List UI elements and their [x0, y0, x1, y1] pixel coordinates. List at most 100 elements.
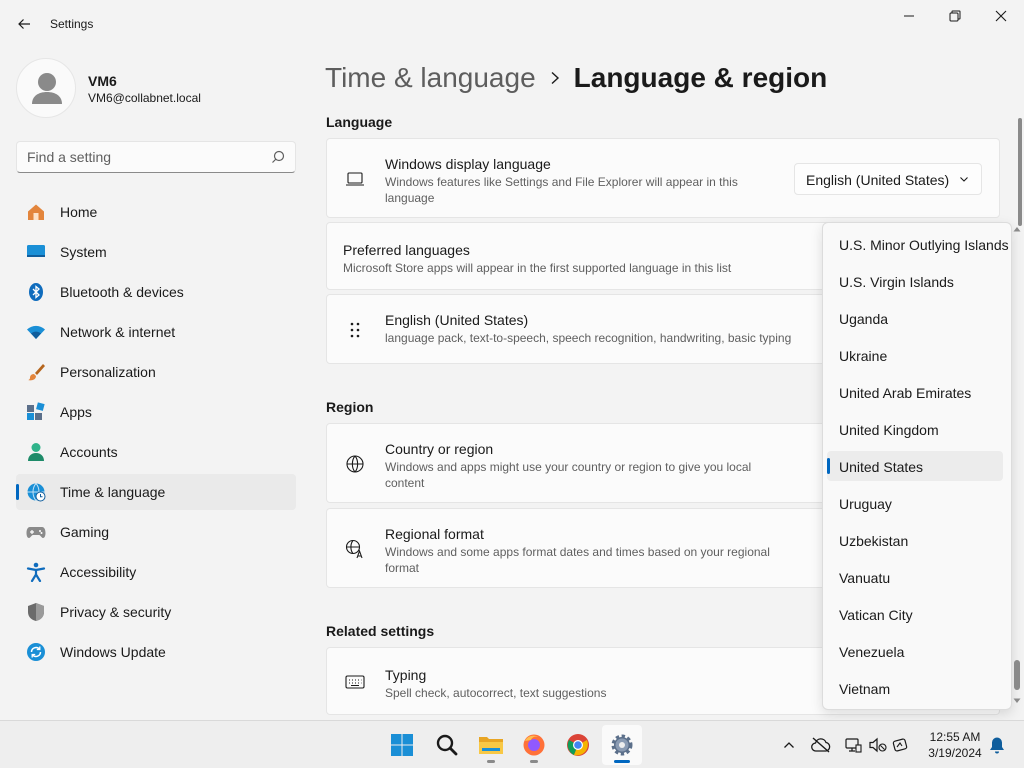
- card-title: Typing: [385, 667, 427, 683]
- section-title-region: Region: [326, 399, 374, 415]
- dropdown-option[interactable]: Ukraine: [827, 340, 1003, 370]
- scrollbar-thumb[interactable]: [1014, 660, 1020, 690]
- card-title: Windows display language: [385, 156, 551, 172]
- sidebar-item-label: Bluetooth & devices: [60, 284, 184, 300]
- section-title-language: Language: [326, 114, 393, 130]
- cloud-offline-icon: [811, 737, 831, 753]
- sidebar-item-accessibility[interactable]: Accessibility: [16, 554, 296, 590]
- app-title: Settings: [50, 17, 94, 31]
- wifi-icon: [27, 325, 45, 339]
- scroll-up-icon[interactable]: [1012, 224, 1022, 234]
- settings-icon: [611, 734, 633, 756]
- sidebar-item-label: Home: [60, 204, 98, 220]
- firefox-icon: [523, 734, 545, 756]
- show-hidden-icons-button[interactable]: [779, 735, 799, 755]
- dropdown-option[interactable]: Venezuela: [827, 636, 1003, 666]
- sidebar-item-label: Apps: [60, 404, 92, 420]
- dropdown-option[interactable]: United Arab Emirates: [827, 377, 1003, 407]
- sidebar-item-personalization[interactable]: Personalization: [16, 354, 296, 390]
- update-icon: [27, 643, 45, 661]
- dropdown-option[interactable]: U.S. Virgin Islands: [827, 266, 1003, 296]
- dropdown-option[interactable]: Uzbekistan: [827, 525, 1003, 555]
- dropdown-scrollbar[interactable]: [1010, 222, 1024, 710]
- brush-icon: [28, 364, 45, 381]
- sidebar-item-apps[interactable]: Apps: [16, 394, 296, 430]
- dropdown-option[interactable]: United Kingdom: [827, 414, 1003, 444]
- sidebar-item-system[interactable]: System: [16, 234, 296, 270]
- start-button[interactable]: [382, 725, 422, 765]
- running-indicator: [530, 760, 538, 763]
- minimize-button[interactable]: [886, 0, 932, 32]
- chevron-right-icon: [550, 71, 560, 85]
- clock-time: 12:55 AM: [929, 730, 981, 744]
- dropdown-option[interactable]: Vanuatu: [827, 562, 1003, 592]
- bluetooth-icon: [29, 283, 43, 301]
- sidebar-item-home[interactable]: Home: [16, 194, 296, 230]
- taskbar-clock[interactable]: 12:55 AM 3/19/2024: [920, 729, 990, 761]
- clock-date: 3/19/2024: [928, 746, 982, 760]
- dropdown-option[interactable]: Vietnam: [827, 673, 1003, 703]
- dropdown-option[interactable]: Uganda: [827, 303, 1003, 333]
- search-box: [16, 141, 296, 173]
- sidebar-nav: Home System Bluetooth & devices Network …: [16, 194, 296, 674]
- card-description: Spell check, autocorrect, text suggestio…: [385, 686, 607, 700]
- sidebar-item-network[interactable]: Network & internet: [16, 314, 296, 350]
- sidebar-item-gaming[interactable]: Gaming: [16, 514, 296, 550]
- dropdown-option[interactable]: U.S. Minor Outlying Islands: [827, 229, 1009, 259]
- search-input[interactable]: [17, 142, 265, 172]
- taskbar-chrome[interactable]: [558, 725, 598, 765]
- page-scrollbar[interactable]: [1018, 118, 1022, 226]
- sidebar-item-label: System: [60, 244, 107, 260]
- bell-icon: [990, 737, 1004, 754]
- card-description: language pack, text-to-speech, speech re…: [385, 331, 792, 345]
- minimize-icon: [904, 15, 914, 17]
- close-icon: [995, 10, 1007, 22]
- card-title: Country or region: [385, 441, 494, 457]
- system-icon: [27, 245, 45, 257]
- drag-handle-icon[interactable]: [345, 320, 365, 340]
- taskbar-firefox[interactable]: [514, 725, 554, 765]
- search-icon[interactable]: [271, 150, 285, 164]
- display-language-select[interactable]: English (United States): [794, 163, 982, 195]
- chevron-down-icon: [960, 177, 968, 182]
- globe-icon: [346, 455, 364, 473]
- select-value: English (United States): [806, 172, 950, 188]
- taskbar-file-explorer[interactable]: [471, 725, 511, 765]
- dropdown-option[interactable]: Uruguay: [827, 488, 1003, 518]
- sidebar-item-time-language[interactable]: Time & language: [16, 474, 296, 510]
- sidebar-item-windows-update[interactable]: Windows Update: [16, 634, 296, 670]
- avatar[interactable]: [16, 58, 76, 118]
- restore-button[interactable]: [932, 0, 978, 32]
- running-indicator: [614, 760, 630, 763]
- shield-icon: [28, 603, 44, 621]
- dropdown-option[interactable]: Vatican City: [827, 599, 1003, 629]
- sidebar-item-privacy[interactable]: Privacy & security: [16, 594, 296, 630]
- onedrive-tray-button[interactable]: [811, 735, 831, 755]
- card-description: Microsoft Store apps will appear in the …: [343, 261, 732, 275]
- card-title: Regional format: [385, 526, 484, 542]
- sidebar-item-label: Personalization: [60, 364, 156, 380]
- breadcrumb-parent[interactable]: Time & language: [325, 62, 536, 94]
- notifications-button[interactable]: [987, 735, 1007, 755]
- back-button[interactable]: [12, 12, 36, 36]
- sidebar-item-label: Time & language: [60, 484, 166, 500]
- network-tray-button[interactable]: [843, 735, 863, 755]
- home-icon: [28, 204, 44, 220]
- taskbar-search-button[interactable]: [427, 725, 467, 765]
- country-region-dropdown: U.S. Minor Outlying Islands U.S. Virgin …: [822, 222, 1012, 710]
- battery-tray-button[interactable]: [891, 735, 911, 755]
- user-icon: [32, 73, 62, 104]
- card-description: Windows features like Settings and File …: [385, 175, 738, 205]
- volume-tray-button[interactable]: [868, 735, 888, 755]
- card-title: Preferred languages: [343, 242, 470, 258]
- close-button[interactable]: [978, 0, 1024, 32]
- taskbar-settings[interactable]: [602, 725, 642, 765]
- back-arrow-icon: [18, 19, 30, 29]
- chrome-icon: [567, 734, 589, 756]
- sidebar-item-accounts[interactable]: Accounts: [16, 434, 296, 470]
- regional-format-icon: [345, 539, 363, 559]
- dropdown-option-selected[interactable]: United States: [827, 451, 1003, 481]
- file-explorer-icon: [479, 737, 503, 754]
- scroll-down-icon[interactable]: [1012, 696, 1022, 706]
- sidebar-item-bluetooth[interactable]: Bluetooth & devices: [16, 274, 296, 310]
